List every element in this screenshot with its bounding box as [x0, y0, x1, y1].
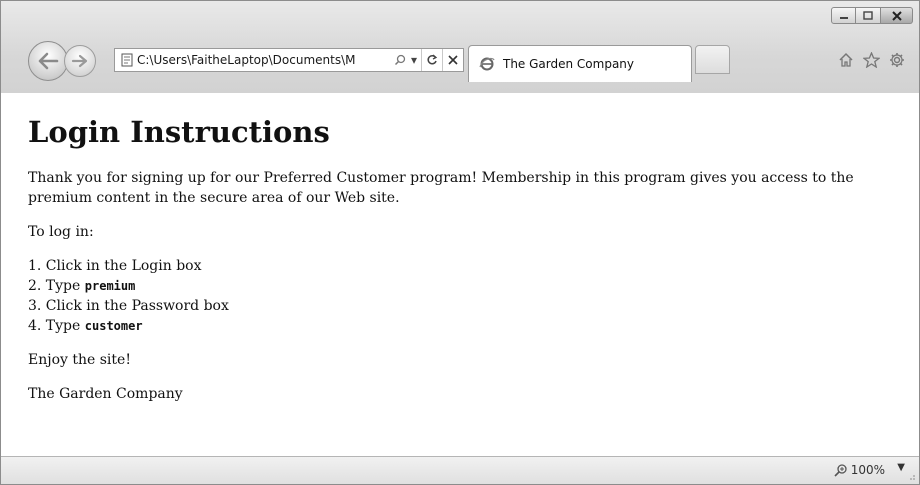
forward-arrow-icon	[71, 54, 88, 68]
login-code: premium	[84, 279, 136, 293]
close-icon	[891, 10, 902, 21]
address-dropdown-icon[interactable]: ▾	[407, 49, 421, 71]
zoom-dropdown-icon[interactable]: ▼	[897, 462, 905, 473]
address-url[interactable]: C:\Users\FaitheLaptop\Documents\M	[137, 53, 393, 67]
login-steps: 1. Click in the Login box 2. Type premiu…	[28, 256, 919, 336]
zoom-level: 100%	[850, 463, 885, 477]
stop-button[interactable]	[442, 49, 463, 71]
minimize-button[interactable]	[831, 7, 856, 24]
favorites-star-icon[interactable]	[863, 52, 880, 68]
address-bar[interactable]: C:\Users\FaitheLaptop\Documents\M ▾	[114, 48, 464, 72]
intro-paragraph: Thank you for signing up for our Preferr…	[28, 170, 854, 206]
page-title: Login Instructions	[28, 115, 330, 149]
page-icon	[117, 53, 137, 67]
ie-logo-icon	[479, 56, 495, 72]
password-code: customer	[84, 319, 143, 333]
list-item: 4. Type customer	[28, 318, 143, 334]
gear-icon[interactable]	[889, 52, 905, 68]
tab-active[interactable]: The Garden Company	[468, 45, 692, 82]
maximize-icon	[863, 11, 873, 20]
list-item: 2. Type premium	[28, 278, 136, 294]
browser-window: C:\Users\FaitheLaptop\Documents\M ▾ The …	[0, 0, 920, 485]
back-button[interactable]	[28, 41, 68, 81]
login-lead: To log in:	[28, 224, 94, 240]
browser-chrome: C:\Users\FaitheLaptop\Documents\M ▾ The …	[1, 1, 919, 94]
refresh-icon	[427, 54, 438, 65]
new-tab-button[interactable]	[695, 45, 730, 74]
forward-button[interactable]	[64, 45, 96, 77]
signature-text: The Garden Company	[28, 386, 183, 402]
refresh-button[interactable]	[421, 49, 442, 71]
home-icon[interactable]	[838, 52, 854, 68]
maximize-button[interactable]	[856, 7, 881, 24]
window-controls	[831, 7, 913, 25]
zoom-magnifier-icon	[834, 463, 847, 477]
toolbar-icons	[838, 52, 905, 68]
close-window-button[interactable]	[881, 7, 913, 24]
list-item: 1. Click in the Login box	[28, 258, 202, 274]
list-item: 3. Click in the Password box	[28, 298, 229, 314]
search-icon[interactable]	[393, 49, 407, 71]
minimize-icon	[839, 16, 848, 19]
zoom-control[interactable]: 100%	[834, 463, 885, 477]
back-arrow-icon	[38, 52, 59, 70]
tab-title: The Garden Company	[503, 57, 635, 71]
enjoy-text: Enjoy the site!	[28, 352, 131, 368]
status-bar: 100% ▼	[1, 456, 919, 484]
stop-icon	[448, 55, 458, 65]
page-content: Login Instructions Thank you for signing…	[1, 93, 919, 456]
resize-grip-icon[interactable]	[908, 473, 916, 481]
